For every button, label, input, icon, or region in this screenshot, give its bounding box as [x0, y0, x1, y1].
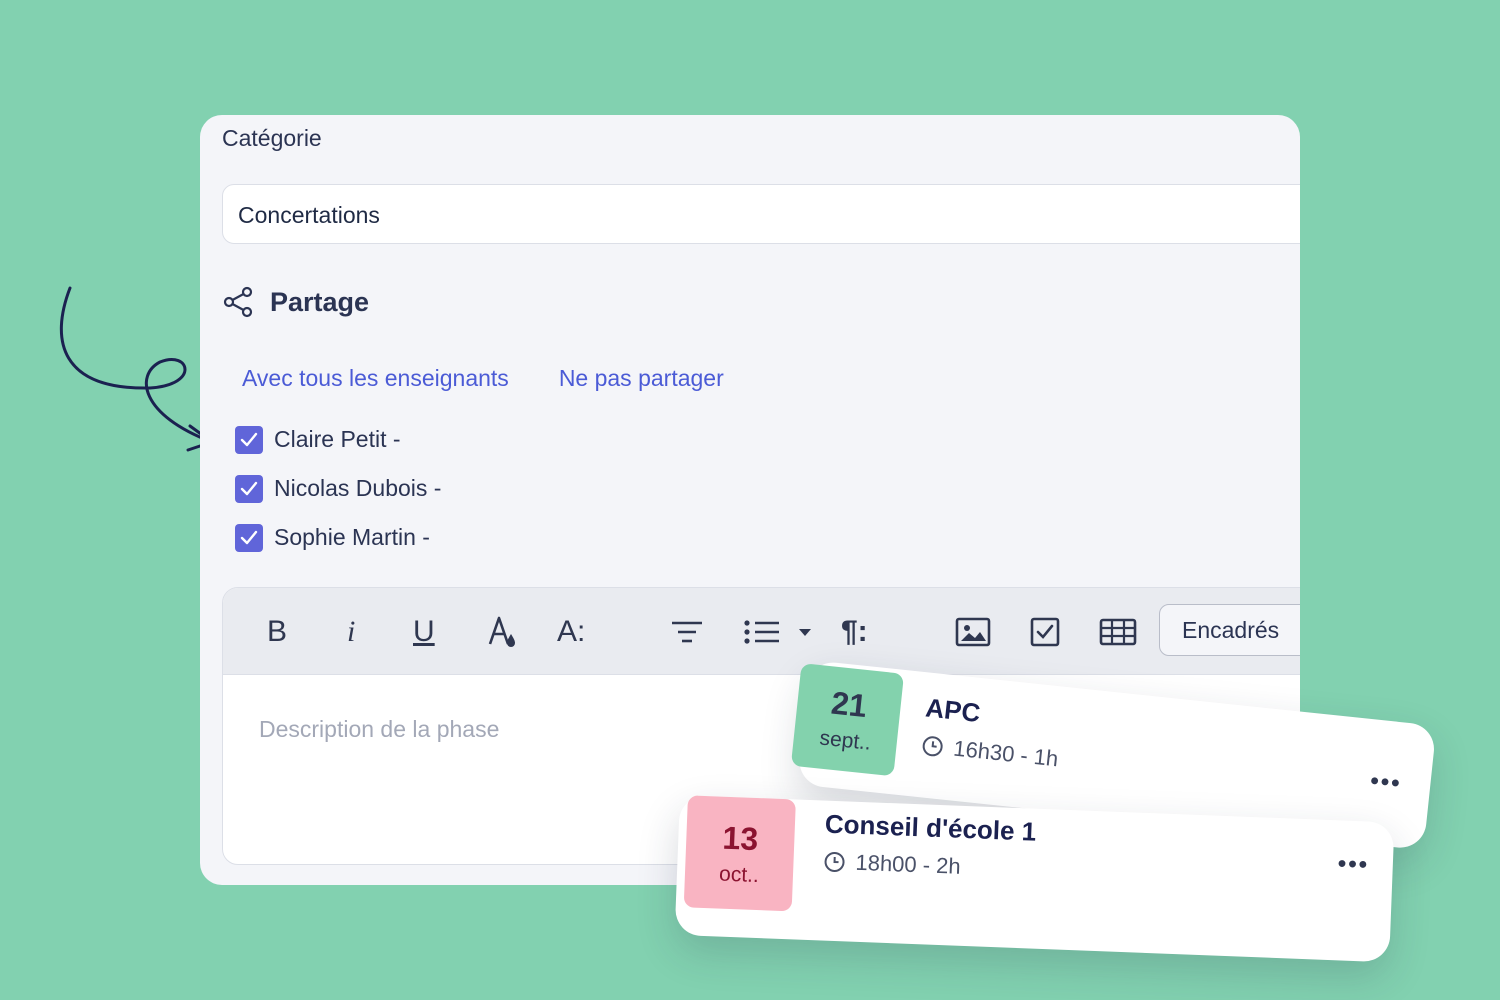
event-card[interactable]: 13 oct.. Conseil d'école 1 18h00 - 2h ••… [674, 795, 1395, 963]
checkbox-checked[interactable] [235, 474, 263, 503]
teacher-name: Sophie Martin - [274, 524, 430, 550]
event-time: 16h30 - 1h [920, 732, 1060, 772]
teacher-row[interactable]: Claire Petit - [235, 415, 441, 464]
event-month: sept.. [818, 726, 873, 755]
event-title: Conseil d'école 1 [824, 808, 1037, 847]
teacher-name: Nicolas Dubois - [274, 475, 442, 501]
category-field[interactable]: Concertations [222, 184, 1300, 244]
checkmark-icon [240, 481, 258, 495]
share-section-header: Partage [222, 285, 369, 319]
italic-button[interactable]: i [347, 612, 355, 652]
table-icon [1099, 618, 1137, 646]
share-options: Avec tous les enseignants Ne pas partage… [242, 365, 724, 392]
clock-icon [922, 736, 943, 757]
bullet-list-icon [744, 620, 811, 644]
teacher-name: Claire Petit - [274, 426, 401, 452]
text-color-icon [488, 616, 515, 647]
checkmark-icon [240, 530, 258, 544]
insert-table-button[interactable] [1099, 612, 1137, 652]
image-icon [955, 617, 991, 647]
category-value: Concertations [238, 202, 380, 228]
underline-button[interactable]: U [413, 612, 435, 652]
font-size-button[interactable]: A: [557, 612, 585, 652]
insert-checkbox-button[interactable] [1029, 612, 1061, 652]
more-options-button[interactable]: ••• [1369, 767, 1403, 798]
share-icon [223, 286, 253, 318]
list-button[interactable] [743, 612, 823, 652]
insert-image-button[interactable] [955, 612, 991, 652]
checkbox-checked[interactable] [235, 523, 263, 552]
text-color-button[interactable] [485, 612, 521, 652]
encadres-button[interactable]: Encadrés [1159, 604, 1300, 656]
checkmark-icon [240, 432, 258, 446]
bold-button[interactable]: B [267, 612, 287, 652]
event-time-text: 16h30 - 1h [952, 735, 1060, 772]
event-month: oct.. [718, 862, 760, 887]
clock-icon [824, 851, 845, 872]
align-button[interactable] [669, 612, 705, 652]
event-day: 21 [829, 684, 869, 725]
category-label: Catégorie [222, 125, 322, 151]
share-title: Partage [270, 286, 370, 317]
teacher-row[interactable]: Sophie Martin - [235, 513, 441, 562]
event-date-badge: 13 oct.. [683, 795, 796, 912]
teacher-row[interactable]: Nicolas Dubois - [235, 464, 441, 513]
do-not-share-link[interactable]: Ne pas partager [559, 365, 724, 392]
event-time: 18h00 - 2h [823, 849, 961, 880]
more-options-button[interactable]: ••• [1337, 850, 1369, 879]
event-time-text: 18h00 - 2h [855, 849, 962, 879]
description-placeholder[interactable]: Description de la phase [259, 716, 499, 743]
share-with-all-teachers-link[interactable]: Avec tous les enseignants [242, 365, 509, 392]
teacher-checklist: Claire Petit - Nicolas Dubois - Sophie M… [235, 415, 441, 562]
paragraph-button[interactable]: ¶: [841, 612, 868, 652]
checkbox-icon [1030, 617, 1060, 647]
event-title: APC [924, 692, 982, 729]
align-center-icon [672, 621, 702, 643]
event-date-badge: 21 sept.. [790, 663, 905, 777]
event-day: 13 [721, 819, 759, 857]
editor-toolbar: B i U A: ¶: Encadrés [223, 588, 1300, 675]
checkbox-checked[interactable] [235, 425, 263, 454]
